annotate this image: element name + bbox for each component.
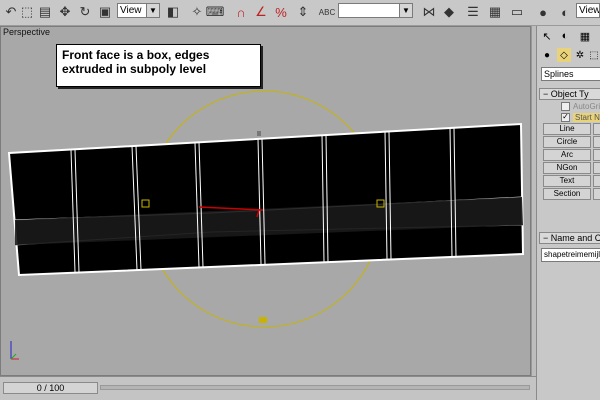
render-view-value: View — [579, 5, 600, 16]
align-icon[interactable]: ◆ — [440, 3, 458, 21]
text-button[interactable]: Text — [543, 175, 591, 187]
spline-button-right[interactable] — [593, 123, 600, 135]
keyboard-shortcut-icon[interactable]: ⌨ — [206, 3, 225, 21]
reference-coordinate-value: View — [120, 5, 142, 16]
perspective-viewport[interactable]: Perspective Front face is a box, edges e… — [0, 26, 531, 376]
edit-named-selection-icon[interactable]: ABC — [318, 3, 336, 21]
render-setup-icon[interactable]: ◐ — [556, 3, 574, 21]
annotation-callout: Front face is a box, edges extruded in s… — [56, 44, 261, 87]
checkmark-icon: ✓ — [561, 112, 570, 123]
schematic-view-icon[interactable]: ▭ — [508, 3, 526, 21]
angle-snap-icon[interactable]: ∠ — [252, 3, 270, 21]
modify-tab-icon[interactable]: ◐ — [557, 28, 573, 44]
snap-icon[interactable]: ∩ — [232, 3, 250, 21]
spline-button-right[interactable] — [593, 175, 600, 187]
pivot-icon[interactable]: ◧ — [164, 3, 182, 21]
spline-button-right[interactable] — [593, 149, 600, 161]
select-by-name-icon[interactable]: ▤ — [36, 3, 54, 21]
name-and-color-rollout[interactable]: − Name and C — [539, 232, 600, 244]
circle-button[interactable]: Circle — [543, 136, 591, 148]
curve-editor-icon[interactable]: ▦ — [486, 3, 504, 21]
create-tab-icon[interactable]: ↖ — [539, 28, 555, 44]
autogrid-checkbox[interactable]: AutoGrid — [561, 102, 600, 112]
named-selection-dropdown[interactable]: ▼ — [338, 3, 413, 18]
line-button[interactable]: Line — [543, 123, 591, 135]
category-dropdown[interactable]: Splines — [541, 67, 600, 81]
chevron-down-icon: ▼ — [146, 4, 159, 17]
geometry-icon[interactable]: ● — [540, 48, 554, 62]
gizmo-handle-top — [257, 131, 261, 136]
axis-tripod-icon — [10, 341, 19, 360]
ngon-button[interactable]: NGon — [543, 162, 591, 174]
start-new-shape-checkbox[interactable]: ✓ Start N — [561, 112, 600, 123]
time-slider[interactable]: 0 / 100 — [3, 382, 98, 394]
spinner-snap-icon[interactable]: ⇕ — [294, 3, 312, 21]
spline-button-right[interactable] — [593, 136, 600, 148]
object-type-rollout[interactable]: − Object Ty — [539, 88, 600, 100]
percent-snap-icon[interactable]: % — [272, 3, 290, 21]
manipulate-icon[interactable]: ✧ — [188, 3, 206, 21]
autogrid-label: AutoGrid — [573, 102, 600, 111]
scale-icon[interactable]: ▣ — [96, 3, 114, 21]
start-new-label: Start N — [573, 113, 600, 122]
time-slider-bar: 0 / 100 — [0, 376, 536, 400]
command-panel: ↖ ◐ ▦ ● ◇ ✲ ⬚ Splines − Object Ty AutoGr… — [536, 26, 600, 400]
render-view-dropdown[interactable]: View — [576, 3, 600, 18]
shapes-icon[interactable]: ◇ — [557, 48, 571, 62]
material-editor-icon[interactable]: ● — [534, 3, 552, 21]
layer-icon[interactable]: ☰ — [464, 3, 482, 21]
extruded-box-mesh — [7, 122, 525, 277]
move-icon[interactable]: ✥ — [56, 3, 74, 21]
spline-button-right[interactable] — [593, 162, 600, 174]
arc-button[interactable]: Arc — [543, 149, 591, 161]
spline-button-right[interactable] — [593, 188, 600, 200]
hierarchy-tab-icon[interactable]: ▦ — [577, 28, 593, 44]
time-track[interactable] — [100, 385, 530, 390]
mirror-icon[interactable]: ⋈ — [420, 3, 438, 21]
object-name-field[interactable]: shapetreimemijloch — [541, 248, 600, 262]
gizmo-handle-bottom — [259, 317, 267, 323]
name-color-header: Name and C — [550, 233, 600, 243]
cameras-icon[interactable]: ⬚ — [587, 48, 600, 62]
rotate-icon[interactable]: ↻ — [76, 3, 94, 21]
section-button[interactable]: Section — [543, 188, 591, 200]
select-icon[interactable]: ⬚ — [18, 3, 36, 21]
main-toolbar: ↶ ⬚ ▤ ✥ ↻ ▣ View ▼ ◧ ✧ ⌨ ∩ ∠ % ⇕ ABC ▼ ⋈… — [0, 0, 600, 26]
lights-icon[interactable]: ✲ — [573, 48, 587, 62]
object-type-header: Object Ty — [550, 89, 589, 99]
rollout-toggle-icon: − — [543, 233, 549, 243]
rollout-toggle-icon: − — [543, 89, 549, 99]
checkbox-icon — [561, 102, 570, 112]
reference-coordinate-dropdown[interactable]: View ▼ — [117, 3, 160, 18]
chevron-down-icon: ▼ — [399, 4, 412, 17]
